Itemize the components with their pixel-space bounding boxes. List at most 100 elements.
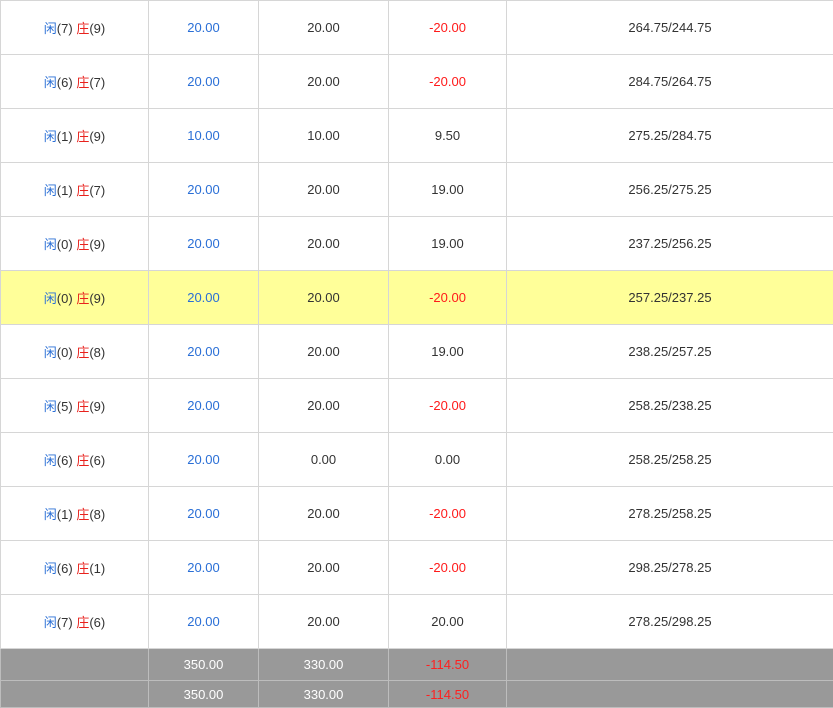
banker-label: 庄 [76,399,89,414]
win-loss: 19.00 [389,325,507,379]
valid-bet: 10.00 [259,109,389,163]
balance-change: 298.25/278.25 [507,541,833,595]
banker-score: (1) [89,561,105,576]
banker-score: (9) [89,21,105,36]
player-label: 闲 [44,345,57,360]
player-label: 闲 [44,453,57,468]
table-row: 闲(0) 庄(8)20.0020.0019.00238.25/257.25 [1,325,833,379]
win-loss: 20.00 [389,595,507,649]
result-cell: 闲(0) 庄(8) [1,325,149,379]
banker-label: 庄 [76,507,89,522]
banker-score: (6) [89,615,105,630]
balance-change: 275.25/284.75 [507,109,833,163]
bet-amount: 20.00 [149,325,259,379]
result-cell: 闲(1) 庄(7) [1,163,149,217]
win-loss: 19.00 [389,217,507,271]
banker-score: (7) [89,75,105,90]
table-row: 闲(6) 庄(1)20.0020.00-20.00298.25/278.25 [1,541,833,595]
valid-bet: 20.00 [259,379,389,433]
valid-bet: 20.00 [259,487,389,541]
total-balance-cell [507,681,833,708]
table-row: 闲(1) 庄(9)10.0010.009.50275.25/284.75 [1,109,833,163]
player-label: 闲 [44,129,57,144]
player-label: 闲 [44,183,57,198]
player-score: (0) [57,345,73,360]
total-bet: 350.00 [149,649,259,681]
result-cell: 闲(7) 庄(6) [1,595,149,649]
total-bet: 350.00 [149,681,259,708]
player-label: 闲 [44,21,57,36]
player-score: (1) [57,507,73,522]
banker-label: 庄 [76,561,89,576]
win-loss: 0.00 [389,433,507,487]
total-win-loss: -114.50 [389,649,507,681]
player-score: (0) [57,291,73,306]
table-row: 闲(5) 庄(9)20.0020.00-20.00258.25/238.25 [1,379,833,433]
player-label: 闲 [44,615,57,630]
table-row: 闲(7) 庄(6)20.0020.0020.00278.25/298.25 [1,595,833,649]
result-cell: 闲(6) 庄(7) [1,55,149,109]
valid-bet: 20.00 [259,325,389,379]
result-cell: 闲(1) 庄(9) [1,109,149,163]
balance-change: 238.25/257.25 [507,325,833,379]
result-cell: 闲(0) 庄(9) [1,271,149,325]
banker-score: (9) [89,237,105,252]
banker-label: 庄 [76,291,89,306]
bet-amount: 10.00 [149,109,259,163]
player-label: 闲 [44,291,57,306]
result-cell: 闲(0) 庄(9) [1,217,149,271]
banker-label: 庄 [76,615,89,630]
bet-amount: 20.00 [149,379,259,433]
table-row: 闲(1) 庄(8)20.0020.00-20.00278.25/258.25 [1,487,833,541]
banker-label: 庄 [76,129,89,144]
banker-label: 庄 [76,453,89,468]
balance-change: 237.25/256.25 [507,217,833,271]
total-label-cell [1,681,149,708]
player-label: 闲 [44,237,57,252]
total-win-loss: -114.50 [389,681,507,708]
table-row: 闲(7) 庄(9)20.0020.00-20.00264.75/244.75 [1,1,833,55]
win-loss: 19.00 [389,163,507,217]
bet-amount: 20.00 [149,433,259,487]
banker-score: (6) [89,453,105,468]
valid-bet: 20.00 [259,595,389,649]
win-loss: -20.00 [389,1,507,55]
banker-score: (9) [89,399,105,414]
valid-bet: 20.00 [259,217,389,271]
valid-bet: 20.00 [259,271,389,325]
win-loss: -20.00 [389,487,507,541]
player-label: 闲 [44,561,57,576]
total-row: 350.00330.00-114.50 [1,681,833,708]
player-score: (6) [57,561,73,576]
win-loss: 9.50 [389,109,507,163]
valid-bet: 20.00 [259,541,389,595]
valid-bet: 20.00 [259,55,389,109]
banker-score: (8) [89,345,105,360]
total-row: 350.00330.00-114.50 [1,649,833,681]
bet-amount: 20.00 [149,1,259,55]
banker-score: (9) [89,291,105,306]
banker-label: 庄 [76,75,89,90]
total-balance-cell [507,649,833,681]
result-cell: 闲(5) 庄(9) [1,379,149,433]
table-row: 闲(0) 庄(9)20.0020.0019.00237.25/256.25 [1,217,833,271]
player-label: 闲 [44,75,57,90]
balance-change: 278.25/258.25 [507,487,833,541]
player-score: (7) [57,615,73,630]
balance-change: 264.75/244.75 [507,1,833,55]
win-loss: -20.00 [389,271,507,325]
banker-label: 庄 [76,345,89,360]
win-loss: -20.00 [389,379,507,433]
result-cell: 闲(7) 庄(9) [1,1,149,55]
banker-score: (8) [89,507,105,522]
bet-history-body: 闲(7) 庄(9)20.0020.00-20.00264.75/244.75闲(… [1,1,833,708]
valid-bet: 20.00 [259,163,389,217]
bet-history-table: 闲(7) 庄(9)20.0020.00-20.00264.75/244.75闲(… [0,0,833,708]
win-loss: -20.00 [389,55,507,109]
table-row: 闲(1) 庄(7)20.0020.0019.00256.25/275.25 [1,163,833,217]
bet-amount: 20.00 [149,541,259,595]
win-loss: -20.00 [389,541,507,595]
total-label-cell [1,649,149,681]
bet-amount: 20.00 [149,271,259,325]
player-score: (7) [57,21,73,36]
